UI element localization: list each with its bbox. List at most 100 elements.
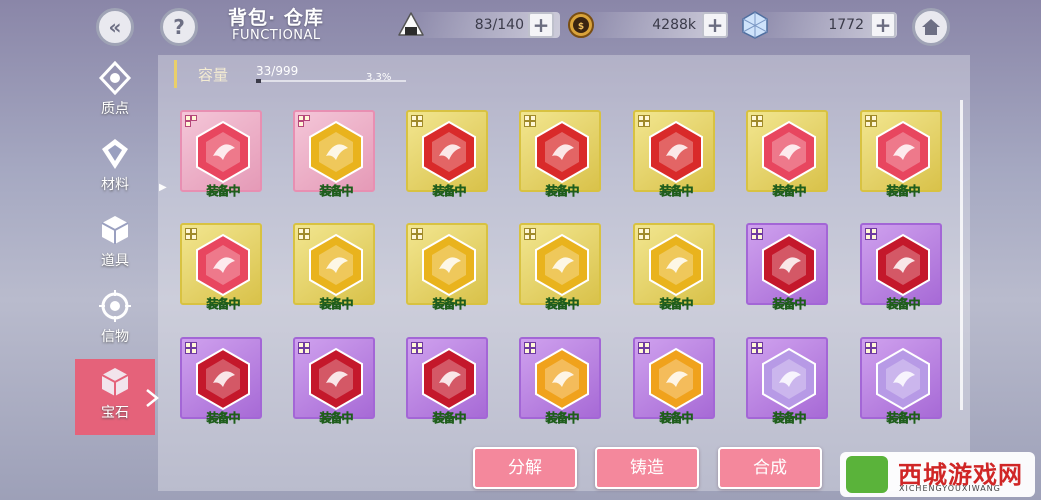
gem-slot[interactable]: 装备中 xyxy=(633,223,715,311)
gem-icon xyxy=(762,120,816,184)
equipped-badge: 装备中 xyxy=(206,411,241,426)
equipped-badge: 装备中 xyxy=(432,411,467,426)
watermark-text-en: XICHENGYOUXIWANG xyxy=(899,484,1001,493)
gem-icon xyxy=(196,233,250,297)
gold-value: 4288k xyxy=(652,17,696,33)
equipped-badge: 装备中 xyxy=(886,297,921,312)
gem-icon xyxy=(196,347,250,411)
item-box-icon xyxy=(101,216,129,244)
gem-icon xyxy=(762,233,816,297)
stamina-value: 83/140 xyxy=(474,17,524,33)
gem-slot[interactable]: 装备中 xyxy=(746,223,828,311)
equipped-badge: 装备中 xyxy=(659,411,694,426)
add-gold-button[interactable]: + xyxy=(702,12,728,38)
gem-slot[interactable]: 装备中 xyxy=(746,110,828,198)
gem-icon xyxy=(101,368,129,396)
gem-icon xyxy=(649,120,703,184)
sidebar-item-items[interactable]: 道具 xyxy=(75,207,155,283)
watermark-logo-icon xyxy=(846,456,888,493)
svg-text:$: $ xyxy=(578,22,584,32)
gem-slot[interactable]: 装备中 xyxy=(406,337,488,425)
gem-icon xyxy=(422,233,476,297)
gem-slot[interactable]: 装备中 xyxy=(180,110,262,198)
gem-slot[interactable]: 装备中 xyxy=(293,337,375,425)
plus-icon: + xyxy=(706,13,724,37)
equipped-badge: 装备中 xyxy=(772,411,807,426)
crystal-value: 1772 xyxy=(828,17,864,33)
sidebar-item-label: 质点 xyxy=(101,101,129,117)
gem-slot[interactable]: 装备中 xyxy=(293,223,375,311)
gem-icon xyxy=(535,347,589,411)
gem-icon xyxy=(422,120,476,184)
synthesize-button[interactable]: 合成 xyxy=(718,447,822,489)
gem-slot[interactable]: 装备中 xyxy=(860,337,942,425)
question-mark-icon: ? xyxy=(173,15,185,39)
sidebar-item-label: 信物 xyxy=(101,329,129,345)
page-subtitle: FUNCTIONAL xyxy=(232,28,321,43)
equipped-badge: 装备中 xyxy=(545,184,580,199)
dismantle-button[interactable]: 分解 xyxy=(473,447,577,489)
gem-slot[interactable]: 装备中 xyxy=(860,223,942,311)
gem-icon xyxy=(876,233,930,297)
equipped-badge: 装备中 xyxy=(659,184,694,199)
gem-slot[interactable]: 装备中 xyxy=(180,337,262,425)
capacity-count: 33/999 xyxy=(256,64,299,78)
crystal-cube-icon xyxy=(742,11,768,39)
sidebar-item-particle[interactable]: 质点 xyxy=(75,55,155,131)
double-chevron-left-icon: « xyxy=(108,15,122,39)
back-button[interactable]: « xyxy=(96,8,134,46)
equipped-badge: 装备中 xyxy=(545,297,580,312)
site-watermark: 西城游戏网 XICHENGYOUXIWANG xyxy=(840,452,1035,497)
gem-slot[interactable]: 装备中 xyxy=(406,223,488,311)
equipped-badge: 装备中 xyxy=(206,184,241,199)
add-crystal-button[interactable]: + xyxy=(870,12,896,38)
top-bar: « ? 背包· 仓库 FUNCTIONAL 83/140 + $ 4288k +… xyxy=(0,0,1041,52)
scrollbar[interactable] xyxy=(960,100,963,410)
equipped-badge: 装备中 xyxy=(772,297,807,312)
home-button[interactable] xyxy=(912,8,950,46)
gem-slot[interactable]: 装备中 xyxy=(293,110,375,198)
sidebar-item-material[interactable]: 材料 xyxy=(75,131,155,207)
gem-icon xyxy=(309,347,363,411)
sidebar-item-label: 材料 xyxy=(101,177,129,193)
gem-slot[interactable]: 装备中 xyxy=(860,110,942,198)
rice-ball-icon xyxy=(398,12,424,36)
page-title: 背包· 仓库 xyxy=(228,7,324,29)
gem-icon xyxy=(876,120,930,184)
gem-slot[interactable]: 装备中 xyxy=(406,110,488,198)
equipped-badge: 装备中 xyxy=(319,411,354,426)
gem-slot[interactable]: 装备中 xyxy=(519,223,601,311)
gem-icon xyxy=(196,120,250,184)
plus-icon: + xyxy=(532,13,550,37)
home-icon xyxy=(922,19,940,35)
equipped-badge: 装备中 xyxy=(206,297,241,312)
capacity-fill xyxy=(256,79,261,83)
sidebar-item-label: 宝石 xyxy=(101,405,129,421)
material-icon xyxy=(102,139,128,169)
capacity-label: 容量 xyxy=(198,66,229,84)
gem-icon xyxy=(535,233,589,297)
help-button[interactable]: ? xyxy=(160,8,198,46)
gem-slot[interactable]: 装备中 xyxy=(746,337,828,425)
equipped-badge: 装备中 xyxy=(886,184,921,199)
sidebar-item-token[interactable]: 信物 xyxy=(75,283,155,359)
sidebar-item-gem[interactable]: 宝石 xyxy=(75,359,155,435)
add-stamina-button[interactable]: + xyxy=(528,12,554,38)
equipped-badge: 装备中 xyxy=(772,184,807,199)
gem-icon xyxy=(876,347,930,411)
equipped-badge: 装备中 xyxy=(659,297,694,312)
gem-icon xyxy=(309,120,363,184)
equipped-badge: 装备中 xyxy=(886,411,921,426)
gem-slot[interactable]: 装备中 xyxy=(180,223,262,311)
gem-slot[interactable]: 装备中 xyxy=(519,110,601,198)
equipped-badge: 装备中 xyxy=(319,184,354,199)
forge-button[interactable]: 铸造 xyxy=(595,447,699,489)
plus-icon: + xyxy=(874,13,892,37)
gem-icon xyxy=(422,347,476,411)
gem-slot[interactable]: 装备中 xyxy=(633,110,715,198)
sidebar-item-label: 道具 xyxy=(101,253,129,269)
gem-slot[interactable]: 装备中 xyxy=(633,337,715,425)
gem-slot[interactable]: 装备中 xyxy=(519,337,601,425)
gem-icon xyxy=(309,233,363,297)
particle-icon xyxy=(98,61,132,95)
